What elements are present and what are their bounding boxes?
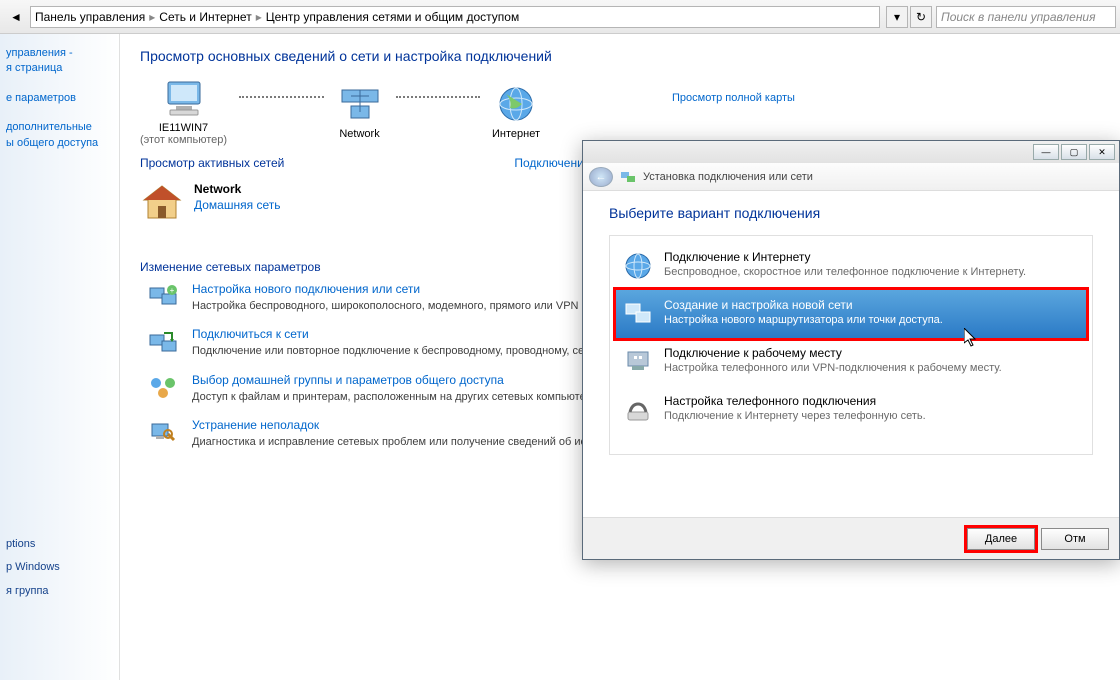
task-desc: Диагностика и исправление сетевых пробле…: [192, 435, 586, 449]
option-internet[interactable]: Подключение к Интернету Беспроводное, ск…: [616, 242, 1086, 290]
chevron-right-icon: ▸: [149, 10, 155, 24]
node-this-pc: IE11WIN7 (этот компьютер): [140, 76, 227, 146]
option-sub: Подключение к Интернету через телефонную…: [664, 410, 926, 422]
next-button[interactable]: Далее: [967, 528, 1035, 550]
option-sub: Настройка телефонного или VPN-подключени…: [664, 362, 1002, 374]
svg-text:+: +: [170, 286, 175, 295]
home-network-icon: [140, 182, 184, 222]
search-input[interactable]: Поиск в панели управления: [936, 6, 1116, 28]
maximize-button[interactable]: ▢: [1061, 144, 1087, 160]
wizard-header-text: Установка подключения или сети: [643, 171, 813, 183]
sidebar: управления -я страница е параметров допо…: [0, 34, 120, 680]
option-title: Подключение к Интернету: [664, 250, 1026, 264]
setup-connection-wizard: — ▢ ✕ ← Установка подключения или сети В…: [582, 140, 1120, 560]
phone-icon: [622, 394, 654, 426]
globe-icon: [622, 250, 654, 282]
node-internet: Интернет: [492, 82, 540, 140]
sidebar-link-adapter[interactable]: е параметров: [0, 89, 119, 108]
refresh-button[interactable]: ↻: [910, 6, 932, 28]
breadcrumb-item[interactable]: Сеть и Интернет: [159, 10, 251, 24]
globe-icon: [492, 82, 540, 126]
router-icon: [622, 298, 654, 330]
search-placeholder: Поиск в панели управления: [941, 10, 1096, 24]
option-workplace[interactable]: Подключение к рабочему месту Настройка т…: [616, 338, 1086, 386]
address-bar: ◄ Панель управления ▸ Сеть и Интернет ▸ …: [0, 0, 1120, 34]
option-title: Создание и настройка новой сети: [664, 298, 943, 312]
network-icon: [336, 82, 384, 126]
network-name: Network: [194, 182, 280, 196]
breadcrumb-item[interactable]: Панель управления: [35, 10, 145, 24]
node-label: Network: [336, 128, 384, 140]
sidebar-link-sharing[interactable]: дополнительныеы общего доступа: [0, 118, 119, 153]
new-connection-icon: +: [146, 282, 180, 312]
computer-icon: [160, 76, 208, 120]
see-also-link[interactable]: p Windows: [0, 556, 119, 579]
breadcrumb-item[interactable]: Центр управления сетями и общим доступом: [266, 10, 520, 24]
dropdown-button[interactable]: ▾: [886, 6, 908, 28]
connect-icon: [146, 327, 180, 357]
network-map: IE11WIN7 (этот компьютер) Network Интерн…: [140, 76, 540, 146]
close-button[interactable]: ✕: [1089, 144, 1115, 160]
option-sub: Беспроводное, скоростное или телефонное …: [664, 266, 1026, 278]
connect-disconnect-link[interactable]: Подключени: [514, 156, 583, 170]
option-title: Настройка телефонного подключения: [664, 394, 926, 408]
full-map-link[interactable]: Просмотр полной карты: [672, 92, 795, 104]
node-network: Network: [336, 82, 384, 140]
window-chrome: — ▢ ✕: [583, 141, 1119, 163]
page-title: Просмотр основных сведений о сети и наст…: [140, 48, 1100, 64]
option-dialup[interactable]: Настройка телефонного подключения Подклю…: [616, 386, 1086, 434]
option-sub: Настройка нового маршрутизатора или точк…: [664, 314, 943, 326]
option-new-network[interactable]: Создание и настройка новой сети Настройк…: [616, 290, 1086, 338]
wizard-title: Выберите вариант подключения: [609, 205, 1093, 221]
wizard-icon: [619, 168, 637, 186]
wizard-header: ← Установка подключения или сети: [583, 163, 1119, 191]
cancel-button[interactable]: Отм: [1041, 528, 1109, 550]
node-label: IE11WIN7: [140, 122, 227, 134]
nav-back-button[interactable]: ◄: [4, 5, 28, 29]
task-link[interactable]: Устранение неполадок: [192, 418, 586, 432]
breadcrumb[interactable]: Панель управления ▸ Сеть и Интернет ▸ Це…: [30, 6, 880, 28]
see-also-link[interactable]: я группа: [0, 580, 119, 603]
node-label: Интернет: [492, 128, 540, 140]
network-type-link[interactable]: Домашняя сеть: [194, 198, 280, 212]
homegroup-icon: [146, 373, 180, 403]
option-title: Подключение к рабочему месту: [664, 346, 1002, 360]
wizard-back-button[interactable]: ←: [589, 167, 613, 187]
node-sublabel: (этот компьютер): [140, 134, 227, 146]
sidebar-link-home[interactable]: управления -я страница: [0, 44, 119, 79]
troubleshoot-icon: [146, 418, 180, 448]
minimize-button[interactable]: —: [1033, 144, 1059, 160]
connection-options-list: Подключение к Интернету Беспроводное, ск…: [609, 235, 1093, 455]
see-also-link[interactable]: ptions: [0, 533, 119, 556]
workplace-icon: [622, 346, 654, 378]
chevron-right-icon: ▸: [256, 10, 262, 24]
wizard-footer: Далее Отм: [583, 517, 1119, 559]
